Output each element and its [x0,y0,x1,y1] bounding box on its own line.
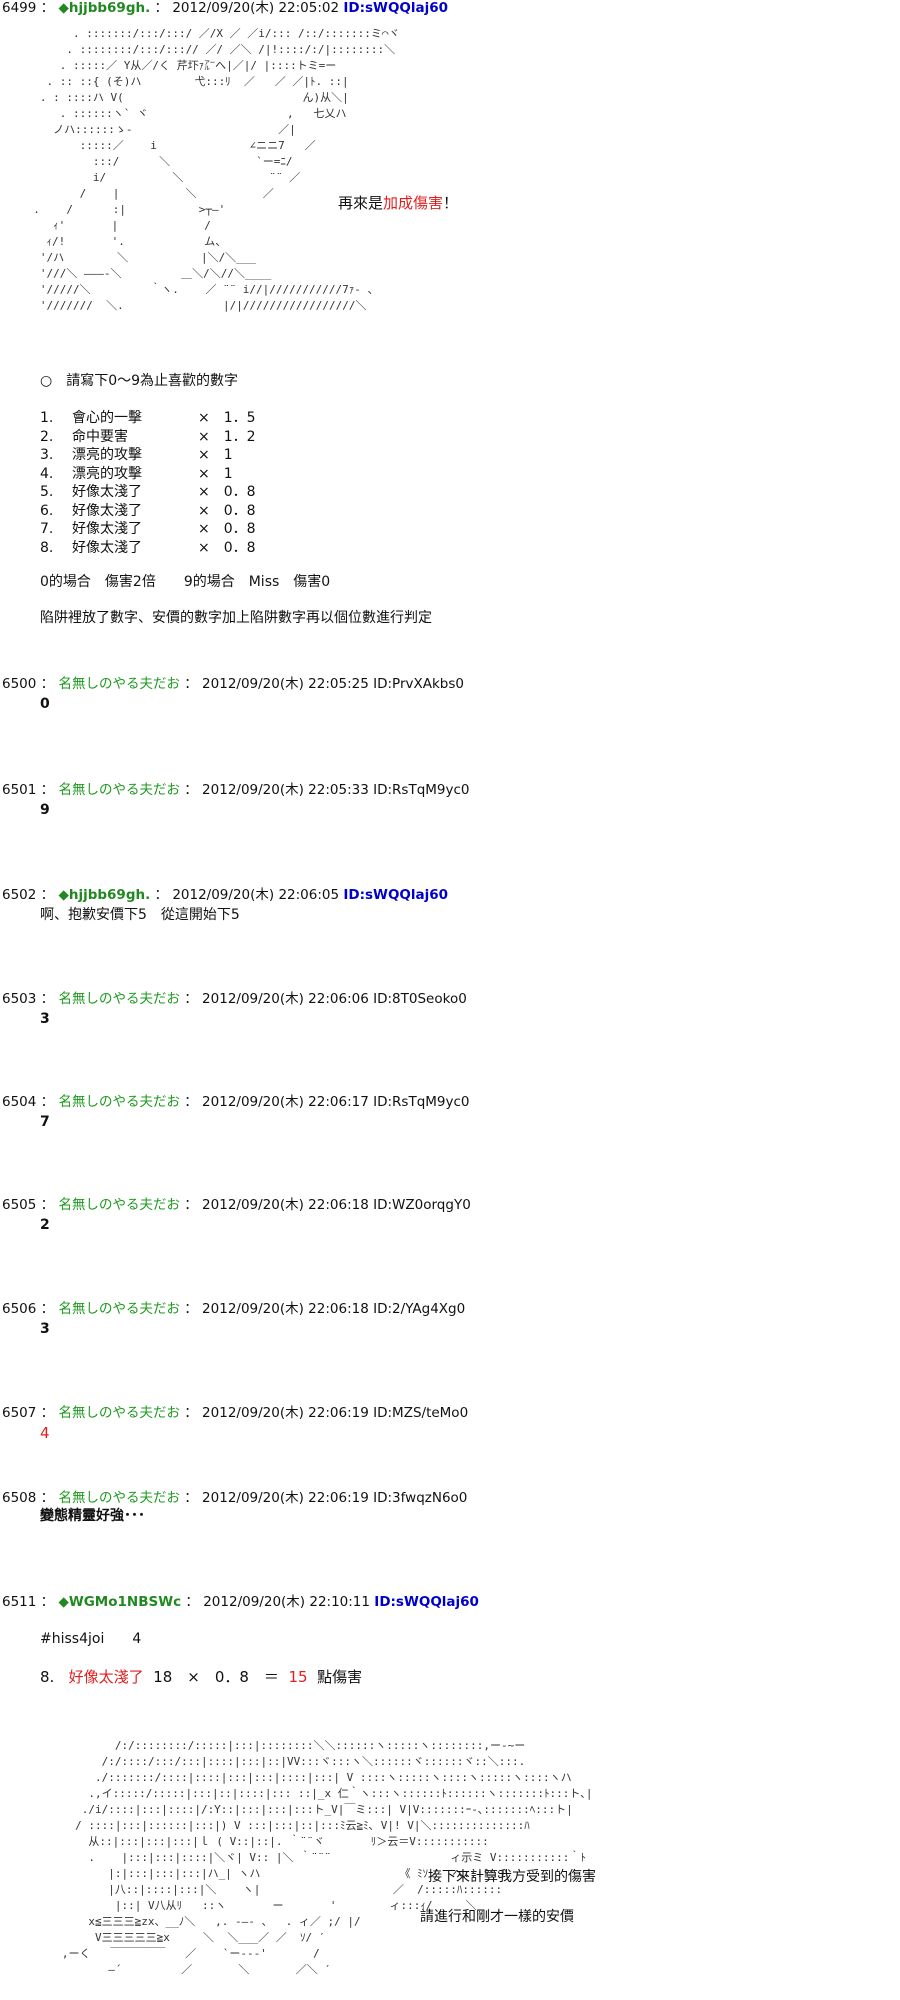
rule-note: 陷阱裡放了數字、安價的數字加上陷阱數字再以個位數進行判定 [40,610,432,626]
poster-name: 名無しのやる夫だお [58,1197,180,1213]
post-number[interactable]: 6508 [2,1490,36,1506]
post-date: 2012/09/20(木) 22:06:18 [202,1301,369,1317]
post-header: 6505 ： 名無しのやる夫だお ： 2012/09/20(木) 22:06:1… [2,1197,471,1213]
post-header: 6502 ： ◆hjjbb69gh. ： 2012/09/20(木) 22:06… [2,887,449,903]
poster-id[interactable]: ID:3fwqzN6o0 [373,1490,467,1506]
post-header: 6508 ： 名無しのやる夫だお ： 2012/09/20(木) 22:06:1… [2,1490,468,1506]
post-body: 3 [40,1011,50,1027]
list-item: 1. 會心的一擊 × 1．5 [40,410,256,426]
post-header: 6511 ： ◆WGMo1NBSWc ： 2012/09/20(木) 22:10… [2,1594,479,1610]
poster-id[interactable]: ID:sWQQlaj60 [343,0,448,16]
ascii-art: . :::::::/:::/:::/ ／/X ／ ／i/::: /::/::::… [33,27,400,312]
poster-id[interactable]: ID:RsTqM9yc0 [373,1094,469,1110]
rule-note: 0的場合 傷害2倍 9的場合 Miss 傷害0 [40,574,331,590]
post-number[interactable]: 6507 [2,1405,36,1421]
poster-id[interactable]: ID:PrvXAkbs0 [373,676,464,692]
post-number[interactable]: 6503 [2,991,36,1007]
poster-name: ◆hjjbb69gh. [58,0,151,16]
poster-id[interactable]: ID:WZ0orqgY0 [373,1197,471,1213]
post-date: 2012/09/20(木) 22:05:25 [202,676,369,692]
post-number[interactable]: 6502 [2,887,36,903]
post-number[interactable]: 6504 [2,1094,36,1110]
poster-name: 名無しのやる夫だお [58,676,180,692]
poster-id[interactable]: ID:RsTqM9yc0 [373,782,469,798]
post-date: 2012/09/20(木) 22:06:18 [202,1197,369,1213]
post-number[interactable]: 6500 [2,676,36,692]
poster-id[interactable]: ID:8T0Seoko0 [373,991,467,1007]
list-item: 8. 好像太淺了 × 0．8 [40,539,256,556]
multiplier-list: 1. 會心的一擊 × 1．5 2. 命中要害 × 1．2 3. 漂亮的攻擊 × 1 4. 漂亮… [40,409,256,557]
list-item: 6. 好像太淺了 × 0．8 [40,502,256,519]
post-body: 3 [40,1321,50,1337]
post-body: 變態精靈好強･･･ [40,1508,145,1524]
post-body: 2 [40,1217,50,1233]
dice-hash: #hiss4joi 4 [40,1631,142,1647]
post-header: 6500 ： 名無しのやる夫だお ： 2012/09/20(木) 22:05:2… [2,676,464,692]
post-header: 6501 ： 名無しのやる夫だお ： 2012/09/20(木) 22:05:3… [2,782,470,798]
post-date: 2012/09/20(木) 22:06:19 [202,1405,369,1421]
post-number[interactable]: 6499 [2,0,36,16]
post-body: 7 [40,1114,50,1130]
list-item: 4. 漂亮的攻擊 × 1 [40,465,233,482]
post-date: 2012/09/20(木) 22:06:06 [202,991,369,1007]
poster-id[interactable]: ID:MZS/teMo0 [373,1405,468,1421]
ascii-art: /:/::::::::/:::::|:::|::::::::＼＼::::::ヽ:… [61,1739,593,1976]
poster-name: 名無しのやる夫だお [58,1490,180,1506]
post-body: 9 [40,802,50,818]
post-body: 4 [40,1424,50,1442]
post-body: 0 [40,696,50,712]
poster-name: 名無しのやる夫だお [58,991,180,1007]
poster-id[interactable]: ID:2/YAg4Xg0 [373,1301,465,1317]
post-header: 6499 ： ◆hjjbb69gh. ： 2012/09/20(木) 22:05… [2,0,449,16]
poster-id[interactable]: ID:sWQQlaj60 [374,1594,479,1610]
list-item: 2. 命中要害 × 1．2 [40,428,256,445]
post-date: 2012/09/20(木) 22:06:17 [202,1094,369,1110]
poster-name: 名無しのやる夫だお [58,1094,180,1110]
post-number[interactable]: 6505 [2,1197,36,1213]
post-number[interactable]: 6511 [2,1594,36,1610]
list-item: 3. 漂亮的攻擊 × 1 [40,447,233,463]
damage-calc: 8. 好像太淺了 18 × 0．8 ＝ 15 點傷害 [40,1668,363,1686]
post-body: 啊、抱歉安價下5 從這開始下5 [40,907,240,923]
post-date: 2012/09/20(木) 22:10:11 [203,1594,370,1610]
post-header: 6503 ： 名無しのやる夫だお ： 2012/09/20(木) 22:06:0… [2,991,467,1007]
poster-id[interactable]: ID:sWQQlaj60 [343,887,448,903]
post-header: 6507 ： 名無しのやる夫だお ： 2012/09/20(木) 22:06:1… [2,1405,469,1421]
post-number[interactable]: 6501 [2,782,36,798]
caption: 接下來計算我方受到的傷害 [428,1869,596,1885]
poster-name: ◆hjjbb69gh. [58,887,151,903]
post-date: 2012/09/20(木) 22:06:05 [172,887,340,903]
caption: 再來是加成傷害！ [338,194,459,212]
caption: 請進行和剛才一樣的安價 [420,1909,574,1925]
post-header: 6506 ： 名無しのやる夫だお ： 2012/09/20(木) 22:06:1… [2,1301,466,1317]
poster-name: ◆WGMo1NBSWc [58,1594,182,1610]
post-date: 2012/09/20(木) 22:05:02 [172,0,340,16]
post-header: 6504 ： 名無しのやる夫だお ： 2012/09/20(木) 22:06:1… [2,1094,470,1110]
post-date: 2012/09/20(木) 22:06:19 [202,1490,369,1506]
list-item: 5. 好像太淺了 × 0．8 [40,484,256,500]
poster-name: 名無しのやる夫だお [58,1405,180,1421]
list-item: 7. 好像太淺了 × 0．8 [40,521,256,537]
post-number[interactable]: 6506 [2,1301,36,1317]
post-date: 2012/09/20(木) 22:05:33 [202,782,369,798]
poster-name: 名無しのやる夫だお [58,782,180,798]
poster-name: 名無しのやる夫だお [58,1301,180,1317]
prompt-text: ○ 請寫下0～9為止喜歡的數字 [40,373,239,389]
